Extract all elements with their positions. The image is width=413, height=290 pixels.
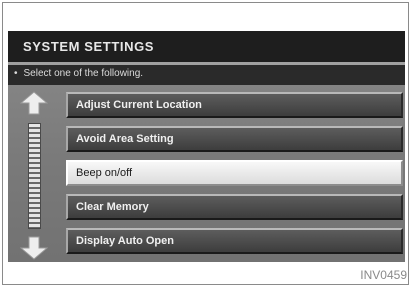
prompt-bullet: •	[14, 68, 18, 79]
menu-item-beep-on-off[interactable]: Beep on/off	[66, 160, 403, 186]
up-arrow-icon[interactable]	[20, 91, 48, 115]
menu-item-display-auto-open[interactable]: Display Auto Open	[66, 228, 403, 254]
prompt: • Select one of the following.	[14, 68, 143, 79]
down-arrow-icon[interactable]	[20, 236, 48, 260]
scrollbar[interactable]	[28, 123, 41, 229]
page-title: SYSTEM SETTINGS	[23, 39, 155, 54]
system-settings-screen: SYSTEM SETTINGS • Select one of the follo…	[8, 31, 405, 262]
header-bar: SYSTEM SETTINGS	[8, 31, 405, 65]
menu-item-adjust-current-location[interactable]: Adjust Current Location	[66, 92, 403, 118]
prompt-text: Select one of the following.	[23, 68, 144, 79]
menu-item-clear-memory[interactable]: Clear Memory	[66, 194, 403, 220]
scroll-controls	[14, 91, 62, 260]
settings-menu: Adjust Current Location Avoid Area Setti…	[66, 92, 403, 262]
menu-item-avoid-area-setting[interactable]: Avoid Area Setting	[66, 126, 403, 152]
prompt-bar: • Select one of the following.	[8, 65, 405, 85]
figure-code: INV0459	[360, 268, 407, 282]
